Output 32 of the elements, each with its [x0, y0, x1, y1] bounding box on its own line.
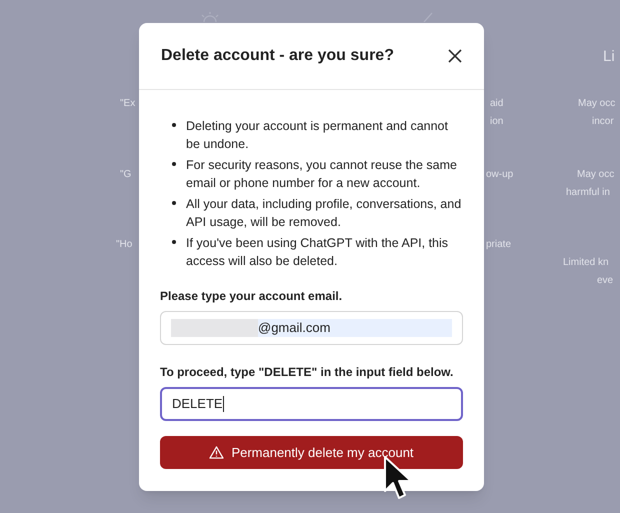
background-text: priate — [486, 238, 512, 252]
background-heading: Li — [603, 47, 615, 67]
background-text: "Ho — [116, 238, 132, 252]
warning-icon — [209, 446, 224, 459]
bullet-text: All your data, including profile, conversations, and API usage, will be removed. — [186, 196, 462, 231]
background-text: incor — [592, 115, 614, 129]
delete-button[interactable]: Permanently delete my account — [160, 436, 463, 469]
background-text: eve — [597, 274, 614, 288]
background-text: aid — [490, 97, 504, 111]
bullet-text: For security reasons, you cannot reuse the same email or phone number for a new account. — [186, 157, 458, 192]
email-field[interactable]: @gmail.com — [160, 311, 463, 345]
background-text: May occ — [577, 168, 614, 182]
bullet-icon — [172, 123, 176, 127]
confirm-field[interactable]: DELETE — [160, 387, 463, 421]
bullet-text: If you've been using ChatGPT with the API, this access will also be deleted. — [186, 235, 450, 270]
bullet-icon — [172, 240, 176, 244]
bullet-icon — [172, 201, 176, 205]
bullet-text: Deleting your account is permanent and cannot be undone. — [186, 118, 449, 153]
sun-icon — [200, 12, 220, 22]
background-text: ow-up — [486, 168, 514, 182]
background-text: "G — [120, 168, 132, 182]
background-text: Limited kn — [563, 256, 609, 270]
background-text: "Ex — [120, 97, 136, 111]
close-icon[interactable] — [448, 49, 462, 63]
dialog-title: Delete account - are you sure? — [161, 46, 394, 66]
pen-icon — [422, 12, 434, 22]
background-text: May occ — [578, 97, 616, 111]
background-text: ion — [490, 115, 504, 129]
bullet-icon — [172, 162, 176, 166]
field-label: To proceed, type "DELETE" in the input field below. — [160, 364, 454, 381]
background-text: harmful in — [566, 186, 610, 200]
field-label: Please type your account email. — [160, 288, 344, 305]
